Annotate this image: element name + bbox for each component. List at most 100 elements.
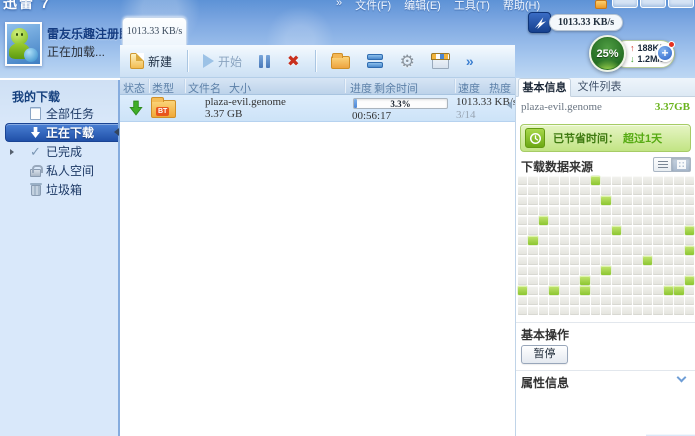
source-block-active <box>612 226 621 235</box>
tab-basic-info[interactable]: 基本信息 <box>518 78 571 97</box>
source-block <box>518 216 527 225</box>
sidebar-item-trash[interactable]: 垃圾箱 <box>0 180 118 199</box>
source-block <box>539 196 548 205</box>
delete-button[interactable]: ✖ <box>283 52 304 71</box>
source-block <box>549 176 558 185</box>
source-block <box>518 186 527 195</box>
source-block <box>591 246 600 255</box>
task-row[interactable]: BT plaza-evil.genome 3.37 GB 3.3% 00:56:… <box>120 95 515 122</box>
menu-item-tools[interactable]: 工具(T) <box>454 0 490 13</box>
floating-speed-indicator[interactable]: 1013.33 KB/s <box>528 12 623 33</box>
col-type[interactable]: 类型 <box>152 80 174 96</box>
menu-item-edit[interactable]: 编辑(E) <box>404 0 441 13</box>
expander-icon[interactable] <box>10 149 14 155</box>
source-block <box>622 246 631 255</box>
source-block-active <box>518 286 527 295</box>
menu-item-file[interactable]: 文件(F) <box>355 0 391 13</box>
col-progress[interactable]: 进度 <box>350 80 372 96</box>
sidebar-item-downloading[interactable]: 正在下载 <box>0 123 118 142</box>
notification-dot <box>668 41 675 48</box>
source-block <box>664 246 673 255</box>
sidebar-item-completed[interactable]: ✓ 已完成 <box>0 142 118 161</box>
source-block <box>570 216 579 225</box>
tab-file-list[interactable]: 文件列表 <box>573 78 626 97</box>
source-block <box>539 266 548 275</box>
tab-total-speed[interactable]: 1013.33 KB/s <box>122 17 187 45</box>
source-block <box>653 196 662 205</box>
source-block <box>580 256 589 265</box>
col-remaining[interactable]: 剩余时间 <box>374 80 418 96</box>
source-block <box>570 246 579 255</box>
source-block-active <box>601 266 610 275</box>
source-block <box>653 176 662 185</box>
sidebar-items: 全部任务 正在下载 ✓ 已完成 私人空间 垃圾箱 <box>0 104 118 199</box>
close-button[interactable] <box>668 0 694 8</box>
source-block <box>633 296 642 305</box>
source-block <box>674 216 683 225</box>
settings-button[interactable]: ⚙ <box>396 51 419 72</box>
source-block <box>528 186 537 195</box>
menu-overflow-chevron[interactable]: » <box>336 0 342 13</box>
source-block <box>528 286 537 295</box>
start-button[interactable]: 开始 <box>199 51 246 72</box>
toolbar-overflow-button[interactable]: » <box>462 51 478 71</box>
source-block <box>601 236 610 245</box>
source-block <box>580 226 589 235</box>
progress-ring-badge[interactable]: 25% <box>589 35 626 72</box>
source-block <box>539 236 548 245</box>
source-block <box>674 176 683 185</box>
collapse-right-panel-arrow[interactable] <box>507 101 512 109</box>
detail-body: plaza-evil.genome 3.37GB 已节省时间： 超过1天 下载数… <box>516 97 695 436</box>
source-block <box>612 216 621 225</box>
grid-view-toggle[interactable] <box>672 157 691 172</box>
pause-button[interactable]: 暂停 <box>521 345 568 364</box>
source-block <box>685 296 694 305</box>
source-block <box>560 186 569 195</box>
sidebar-item-all-tasks[interactable]: 全部任务 <box>0 104 118 123</box>
avatar-eye <box>16 33 18 36</box>
source-block <box>601 246 610 255</box>
source-block <box>570 256 579 265</box>
new-task-button[interactable]: 新建 <box>126 51 176 72</box>
source-block <box>643 246 652 255</box>
bt-badge: BT <box>156 107 169 116</box>
col-size[interactable]: 大小 <box>229 80 251 96</box>
collapse-sidebar-arrow[interactable] <box>114 128 119 136</box>
col-filename[interactable]: 文件名 <box>188 80 221 96</box>
source-block <box>685 176 694 185</box>
task-list-button[interactable] <box>363 52 387 70</box>
source-block <box>622 226 631 235</box>
source-block <box>539 276 548 285</box>
source-block <box>653 186 662 195</box>
maximize-button[interactable] <box>640 0 666 8</box>
list-view-icon <box>658 161 668 169</box>
source-block <box>560 296 569 305</box>
col-heat[interactable]: 热度 <box>489 80 511 96</box>
source-block <box>653 216 662 225</box>
source-block <box>528 276 537 285</box>
source-block <box>601 216 610 225</box>
list-view-toggle[interactable] <box>653 157 672 172</box>
source-block <box>612 246 621 255</box>
download-arrow-icon <box>29 126 42 140</box>
source-block <box>622 206 631 215</box>
actions-section-header: 基本操作 <box>516 322 695 346</box>
source-block <box>580 216 589 225</box>
source-block <box>570 236 579 245</box>
col-status[interactable]: 状态 <box>123 80 145 96</box>
source-block <box>539 246 548 255</box>
skin-icon[interactable] <box>595 0 607 9</box>
source-block <box>591 216 600 225</box>
app-store-button[interactable] <box>428 52 453 71</box>
source-block <box>560 216 569 225</box>
open-folder-button[interactable] <box>327 51 354 71</box>
pause-button-toolbar[interactable] <box>255 53 274 70</box>
source-block <box>622 266 631 275</box>
user-avatar[interactable] <box>5 22 42 66</box>
folder-icon <box>331 56 350 69</box>
minimize-button[interactable] <box>612 0 638 8</box>
source-block <box>653 296 662 305</box>
sidebar-item-private-space[interactable]: 私人空间 <box>0 161 118 180</box>
col-speed[interactable]: 速度 <box>458 80 480 96</box>
source-block <box>591 196 600 205</box>
